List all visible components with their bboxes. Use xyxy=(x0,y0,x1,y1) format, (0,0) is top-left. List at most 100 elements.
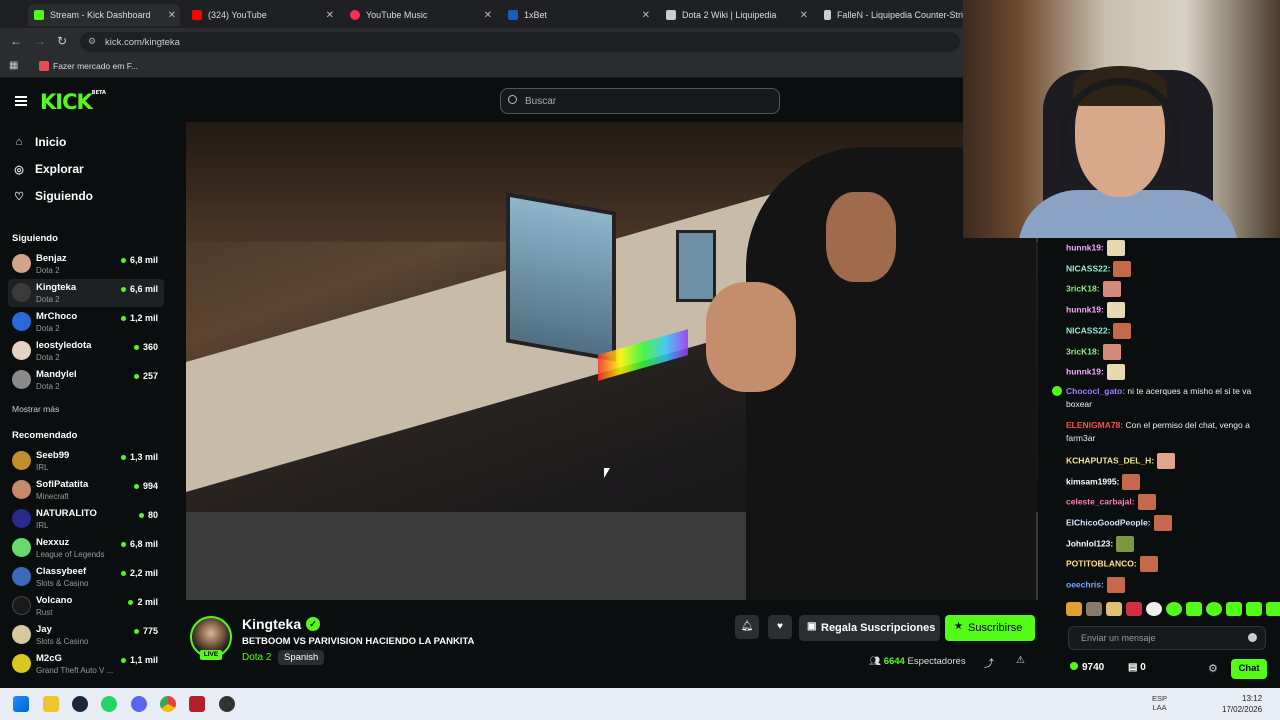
chat-emote-icon xyxy=(1122,473,1141,490)
browser-tab[interactable]: YouTube Music ✕ xyxy=(344,4,496,26)
sidebar-channel[interactable]: leostyledota Dota 2 360 xyxy=(8,337,164,365)
channel-category: Dota 2 xyxy=(36,324,60,333)
emote-icon[interactable] xyxy=(1086,602,1102,616)
dota2-icon[interactable] xyxy=(189,696,205,712)
bookmark-item[interactable]: Fazer mercado em F... xyxy=(39,61,138,71)
stream-category-link[interactable]: Dota 2 xyxy=(242,652,271,663)
kick-logo[interactable]: KICKBETA xyxy=(40,90,106,114)
keyboard-layout-indicator[interactable]: ESP LAA xyxy=(1152,694,1167,712)
chat-settings-icon[interactable]: ⚙ xyxy=(1208,662,1218,675)
sidebar-channel[interactable]: SofiPatatita Minecraft 994 xyxy=(8,476,164,504)
follow-heart-icon[interactable]: ♥ xyxy=(768,615,792,639)
chat-username[interactable]: ELENIGMA78: xyxy=(1066,420,1123,430)
sidebar-channel[interactable]: MrChoco Dota 2 1,2 mil xyxy=(8,308,164,336)
close-tab-icon[interactable]: ✕ xyxy=(800,10,808,21)
emote-icon[interactable] xyxy=(1206,602,1222,616)
back-icon[interactable]: ← xyxy=(10,34,22,48)
url-field[interactable]: ⚙ kick.com/kingteka xyxy=(80,32,960,52)
reload-icon[interactable]: ↻ xyxy=(57,34,67,48)
sidebar-channel[interactable]: Jay Slots & Casino 775 xyxy=(8,621,164,649)
menu-icon[interactable] xyxy=(15,96,27,106)
chat-username[interactable]: POTITOBLANCO: xyxy=(1066,559,1137,569)
obs-icon[interactable] xyxy=(219,696,235,712)
browser-tab[interactable]: Stream - Kick Dashboard ✕ xyxy=(28,4,180,26)
sidebar-channel[interactable]: Nexxuz League of Legends 6,8 mil xyxy=(8,534,164,562)
report-icon[interactable]: ⚠ xyxy=(1016,655,1025,666)
share-icon[interactable]: ⤴ xyxy=(984,655,994,670)
sidebar-channel[interactable]: Kingteka Dota 2 6,6 mil xyxy=(8,279,164,307)
close-tab-icon[interactable]: ✕ xyxy=(326,10,334,21)
emote-icon[interactable] xyxy=(1246,602,1262,616)
avatar xyxy=(12,567,31,586)
nav-explorar[interactable]: ◎ Explorar xyxy=(12,162,84,176)
sidebar-channel[interactable]: Classybeef Slots & Casino 2,2 mil xyxy=(8,563,164,591)
video-player[interactable] xyxy=(186,122,1038,600)
nav-inicio[interactable]: ⌂ Inicio xyxy=(12,135,67,149)
steam-icon[interactable] xyxy=(72,696,88,712)
nav-siguiendo[interactable]: ♡ Siguiendo xyxy=(12,189,93,203)
close-tab-icon[interactable]: ✕ xyxy=(168,10,176,21)
forward-icon[interactable]: → xyxy=(34,34,46,48)
sidebar-channel[interactable]: Volcano Rust 2 mil xyxy=(8,592,164,620)
browser-tab[interactable]: 1xBet ✕ xyxy=(502,4,654,26)
chat-username[interactable]: Chococl_gato: xyxy=(1066,386,1125,396)
chat-username[interactable]: NICASS22: xyxy=(1066,325,1110,335)
emote-icon[interactable] xyxy=(1166,602,1182,616)
chat-username[interactable]: oeechris: xyxy=(1066,579,1104,589)
site-info-icon[interactable]: ⚙ xyxy=(88,36,96,47)
emote-icon[interactable] xyxy=(1066,602,1082,616)
browser-tab[interactable]: (324) YouTube ✕ xyxy=(186,4,338,26)
emote-icon[interactable] xyxy=(1106,602,1122,616)
taskbar-clock[interactable]: 13:12 17/02/2026 xyxy=(1222,693,1262,715)
sidebar-channel[interactable]: Mandylel Dota 2 257 xyxy=(8,366,164,394)
file-explorer-icon[interactable] xyxy=(43,696,59,712)
close-tab-icon[interactable]: ✕ xyxy=(484,10,492,21)
windows-start-icon[interactable] xyxy=(13,696,29,712)
gift-counter[interactable]: ▤ 0 xyxy=(1128,662,1146,673)
gift-subscriptions-button[interactable]: Regala Suscripciones xyxy=(799,615,940,641)
apps-grid-icon[interactable]: ▦ xyxy=(9,60,18,71)
sidebar-channel[interactable]: NATURALITO IRL 80 xyxy=(8,505,164,533)
emote-icon[interactable] xyxy=(1266,602,1280,616)
chat-username[interactable]: KCHAPUTAS_DEL_H: xyxy=(1066,455,1154,465)
streamer-name[interactable]: Kingteka xyxy=(242,616,301,632)
browser-tab[interactable]: FalleN - Liquipedia Counter-Stri xyxy=(818,4,963,26)
emoji-picker-icon[interactable] xyxy=(1248,633,1257,642)
chrome-icon[interactable] xyxy=(160,696,176,712)
bookmark-label: Fazer mercado em F... xyxy=(53,61,139,71)
chat-emote-icon xyxy=(1153,515,1172,531)
subscribe-button[interactable]: Suscribirse xyxy=(945,615,1035,641)
viewer-count: 2 mil xyxy=(128,597,158,607)
emote-icon[interactable] xyxy=(1226,602,1242,616)
close-tab-icon[interactable]: ✕ xyxy=(642,10,650,21)
home-icon: ⌂ xyxy=(15,136,23,148)
show-more-link[interactable]: Mostrar más xyxy=(12,404,59,414)
chat-username[interactable]: celeste_carbajal: xyxy=(1066,497,1135,507)
emote-icon[interactable] xyxy=(1126,602,1142,616)
sidebar-channel[interactable]: M2cG Grand Theft Auto V ... 1,1 mil xyxy=(8,650,164,678)
search-input[interactable]: Buscar xyxy=(500,88,780,114)
chat-username[interactable]: 3ricK18: xyxy=(1066,284,1100,294)
channel-points[interactable]: 9740 xyxy=(1070,662,1104,673)
chat-username[interactable]: ElChicoGoodPeople: xyxy=(1066,517,1151,527)
chat-username[interactable]: 3ricK18: xyxy=(1066,346,1100,356)
browser-tab[interactable]: Dota 2 Wiki | Liquipedia ✕ xyxy=(660,4,812,26)
viewer-count: 360 xyxy=(134,342,158,352)
emote-icon[interactable] xyxy=(1186,602,1202,616)
points-value: 9740 xyxy=(1082,662,1105,673)
emote-icon[interactable] xyxy=(1146,602,1162,616)
chat-message-input[interactable]: Enviar un mensaje xyxy=(1068,626,1266,650)
discord-icon[interactable] xyxy=(131,696,147,712)
sidebar-channel[interactable]: Seeb99 IRL 1,3 mil xyxy=(8,447,164,475)
chat-username[interactable]: kimsam1995: xyxy=(1066,476,1119,486)
chat-username[interactable]: hunnk19: xyxy=(1066,366,1104,376)
language-tag[interactable]: Spanish xyxy=(278,650,325,665)
chat-username[interactable]: hunnk19: xyxy=(1066,242,1104,252)
send-chat-button[interactable]: Chat xyxy=(1231,659,1267,679)
chat-username[interactable]: NICASS22: xyxy=(1066,263,1110,273)
chat-username[interactable]: Johnlol123: xyxy=(1066,538,1113,548)
sidebar-channel[interactable]: Benjaz Dota 2 6,8 mil xyxy=(8,250,164,278)
chat-username[interactable]: hunnk19: xyxy=(1066,304,1104,314)
notification-bell-icon[interactable]: 🔔︎ xyxy=(735,615,759,639)
whatsapp-icon[interactable] xyxy=(101,696,117,712)
